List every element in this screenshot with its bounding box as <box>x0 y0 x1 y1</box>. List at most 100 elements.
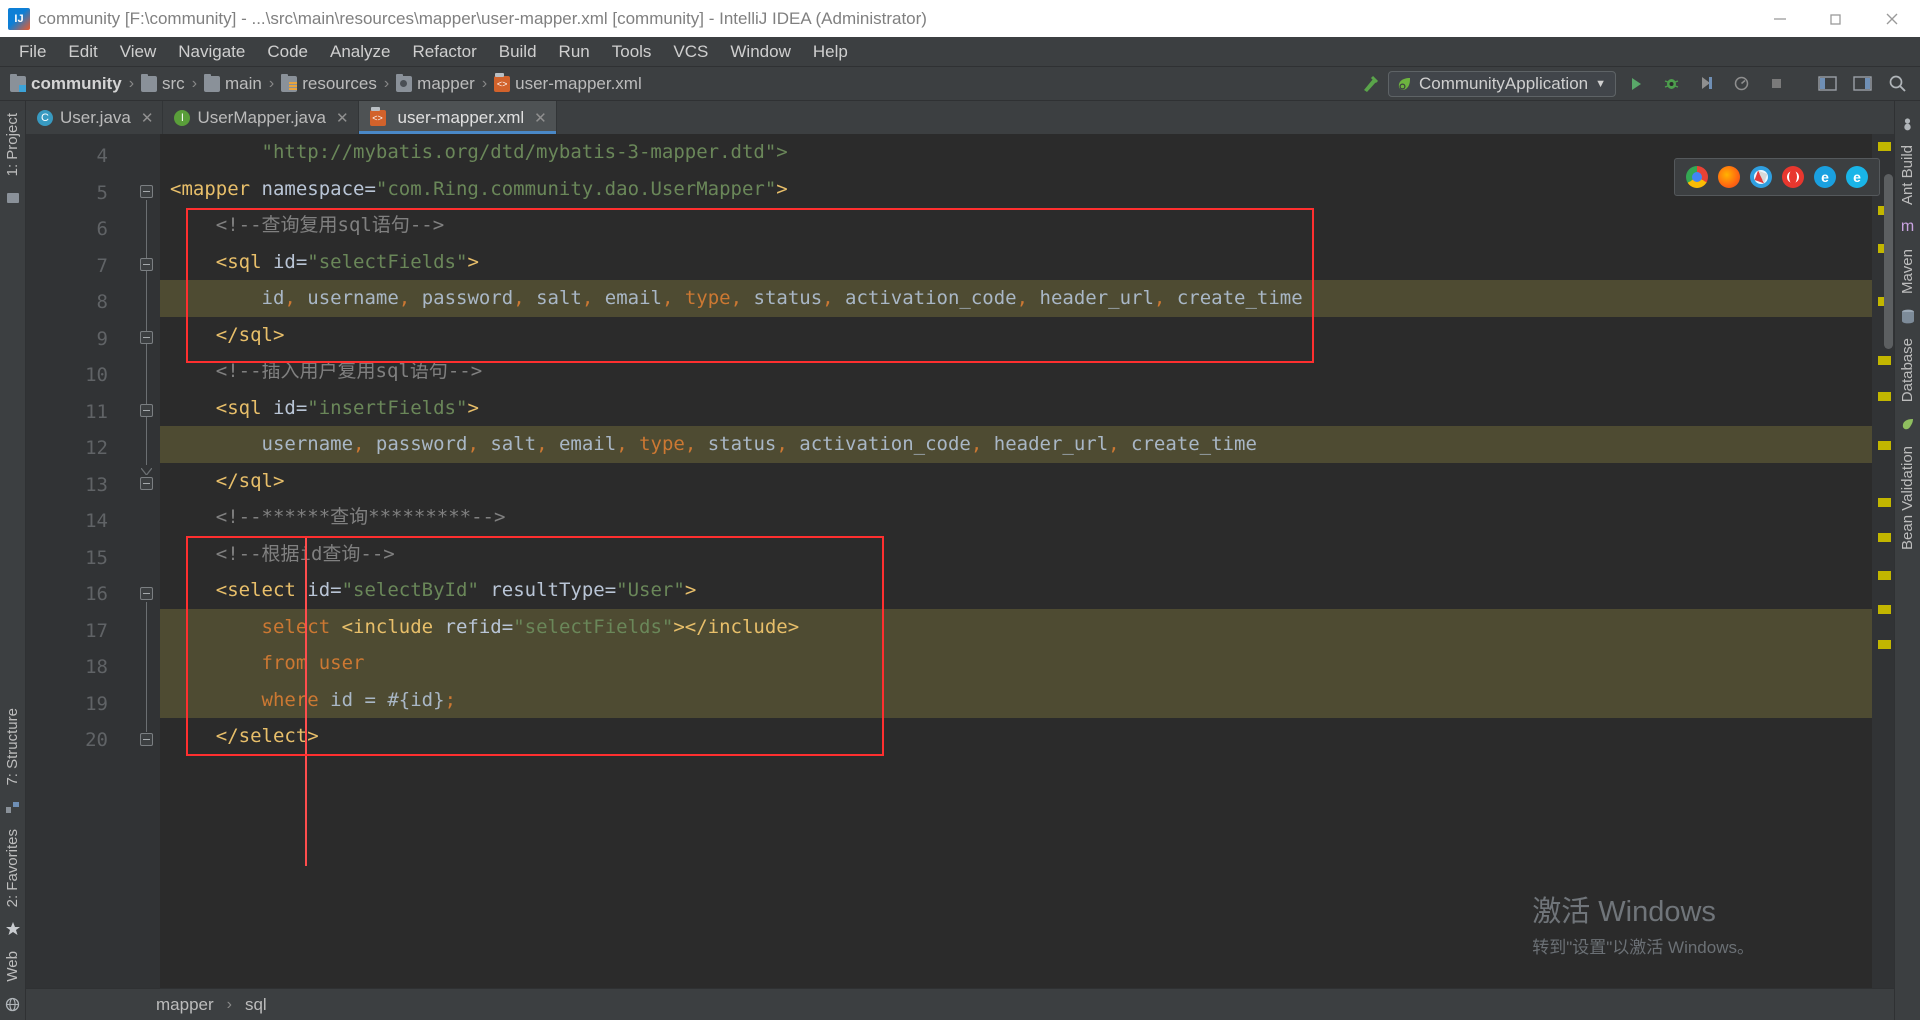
bean-validation-icon[interactable] <box>1899 415 1917 433</box>
fold-marker-sql-select-end[interactable] <box>140 331 153 344</box>
vertical-scrollbar-thumb[interactable] <box>1884 174 1893 349</box>
fold-marker-sql-insert-end[interactable] <box>140 477 153 490</box>
menu-tools[interactable]: Tools <box>601 39 663 65</box>
close-icon[interactable]: ✕ <box>534 109 547 127</box>
code-line[interactable]: </sql> <box>160 463 1872 500</box>
code-line[interactable]: </sql> <box>160 317 1872 354</box>
sidebar-item-project[interactable]: 1: Project <box>4 107 21 182</box>
code-line[interactable]: select <include refid="selectFields"></i… <box>160 608 1872 645</box>
code-line[interactable]: <select id="selectById" resultType="User… <box>160 572 1872 609</box>
code-line[interactable]: where id = #{id}; <box>160 681 1872 718</box>
code-line[interactable]: <sql id="insertFields"> <box>160 390 1872 427</box>
fold-marker-sql-select[interactable] <box>140 258 153 271</box>
web-globe-icon[interactable] <box>4 995 22 1013</box>
sidebar-item-ant-build[interactable]: Ant Build <box>1899 139 1916 211</box>
run-configuration-selector[interactable]: CommunityApplication ▼ <box>1387 70 1616 97</box>
breadcrumb-item-src[interactable]: src <box>141 73 185 94</box>
structure-icon[interactable] <box>4 798 22 816</box>
opera-icon[interactable] <box>1782 166 1804 188</box>
code-line[interactable]: <!--插入用户复用sql语句--> <box>160 353 1872 390</box>
breadcrumb-item-mapper[interactable]: mapper <box>396 73 475 94</box>
sidebar-item-bean-validation[interactable]: Bean Validation <box>1899 440 1916 556</box>
run-with-coverage-button[interactable] <box>1691 70 1721 98</box>
code-content[interactable]: "http://mybatis.org/dtd/mybatis-3-mapper… <box>160 134 1872 988</box>
editor-breadcrumb-item-sql[interactable]: sql <box>245 995 267 1015</box>
ie-icon[interactable]: e <box>1814 166 1836 188</box>
stripe-marker[interactable] <box>1878 498 1891 507</box>
open-in-browser-popup[interactable]: e e <box>1674 158 1880 196</box>
menu-view[interactable]: View <box>109 39 168 65</box>
star-icon[interactable] <box>4 920 22 938</box>
menu-window[interactable]: Window <box>719 39 801 65</box>
stripe-marker[interactable] <box>1878 605 1891 614</box>
layout-left-icon[interactable] <box>1812 70 1842 98</box>
fold-marker-select[interactable] <box>140 587 153 600</box>
stripe-marker[interactable] <box>1878 356 1891 365</box>
firefox-icon[interactable] <box>1718 166 1740 188</box>
structure-placeholder-icon[interactable] <box>4 189 22 207</box>
tab-user-java[interactable]: User.java ✕ <box>26 101 164 134</box>
profile-button[interactable] <box>1726 70 1756 98</box>
code-editor[interactable]: 4 5 6 7 8 9 10 11 12 13 14 15 16 17 18 19 20 "http:// <box>26 134 1894 988</box>
close-icon[interactable]: ✕ <box>141 109 154 127</box>
close-button[interactable] <box>1864 0 1920 37</box>
code-line[interactable]: username, password, salt, email, type, s… <box>160 426 1872 463</box>
tab-user-mapper-xml[interactable]: user-mapper.xml ✕ <box>358 101 557 134</box>
menu-code[interactable]: Code <box>256 39 319 65</box>
sidebar-item-web[interactable]: Web <box>4 945 21 988</box>
stripe-marker[interactable] <box>1878 392 1891 401</box>
minimize-button[interactable] <box>1752 0 1808 37</box>
sidebar-item-structure[interactable]: 7: Structure <box>4 702 21 792</box>
code-line[interactable]: <!--根据id查询--> <box>160 536 1872 573</box>
tab-usermapper-java[interactable]: UserMapper.java ✕ <box>163 101 359 134</box>
build-hammer-icon[interactable] <box>1357 71 1383 97</box>
menu-analyze[interactable]: Analyze <box>319 39 401 65</box>
debug-button[interactable] <box>1656 70 1686 98</box>
fold-marker-mapper[interactable] <box>140 185 153 198</box>
search-icon[interactable] <box>1882 70 1912 98</box>
restore-button[interactable] <box>1808 0 1864 37</box>
sidebar-item-database[interactable]: Database <box>1899 332 1916 408</box>
menu-vcs[interactable]: VCS <box>662 39 719 65</box>
stripe-marker[interactable] <box>1878 640 1891 649</box>
menu-refactor[interactable]: Refactor <box>401 39 487 65</box>
stripe-marker[interactable] <box>1878 441 1891 450</box>
code-line[interactable]: <!--查询复用sql语句--> <box>160 207 1872 244</box>
code-line[interactable]: </select> <box>160 718 1872 755</box>
error-stripe-scrollbar[interactable] <box>1872 134 1894 988</box>
ant-build-icon[interactable] <box>1899 114 1917 132</box>
stripe-marker[interactable] <box>1878 533 1891 542</box>
layout-right-icon[interactable] <box>1847 70 1877 98</box>
editor-breadcrumb-item-mapper[interactable]: mapper <box>156 995 214 1015</box>
code-line[interactable]: id, username, password, salt, email, typ… <box>160 280 1872 317</box>
maven-icon[interactable]: m <box>1899 218 1917 236</box>
run-button[interactable] <box>1621 70 1651 98</box>
stop-button[interactable] <box>1761 70 1791 98</box>
breadcrumb-item-user-mapper-xml[interactable]: user-mapper.xml <box>494 72 642 94</box>
chrome-icon[interactable] <box>1686 166 1708 188</box>
fold-marker-sql-insert[interactable] <box>140 404 153 417</box>
code-line[interactable]: "http://mybatis.org/dtd/mybatis-3-mapper… <box>160 134 1872 171</box>
code-line[interactable]: <!--******查询*********--> <box>160 499 1872 536</box>
stripe-marker[interactable] <box>1878 571 1891 580</box>
edge-icon[interactable]: e <box>1846 166 1868 188</box>
code-line[interactable]: from user <box>160 645 1872 682</box>
sidebar-item-favorites[interactable]: 2: Favorites <box>4 823 21 913</box>
code-line[interactable]: <mapper namespace="com.Ring.community.da… <box>160 171 1872 208</box>
menu-build[interactable]: Build <box>488 39 548 65</box>
breadcrumb-item-resources[interactable]: resources <box>281 73 377 94</box>
menu-navigate[interactable]: Navigate <box>167 39 256 65</box>
stripe-marker[interactable] <box>1878 142 1891 151</box>
sidebar-item-maven[interactable]: Maven <box>1899 243 1916 300</box>
menu-edit[interactable]: Edit <box>57 39 108 65</box>
safari-icon[interactable] <box>1750 166 1772 188</box>
fold-marker-select-end[interactable] <box>140 733 153 746</box>
breadcrumb-item-community[interactable]: community <box>10 73 122 94</box>
database-icon[interactable] <box>1899 307 1917 325</box>
menu-help[interactable]: Help <box>802 39 859 65</box>
menu-file[interactable]: File <box>8 39 57 65</box>
code-folding-column[interactable] <box>134 134 160 988</box>
menu-run[interactable]: Run <box>548 39 601 65</box>
code-line[interactable]: <sql id="selectFields"> <box>160 244 1872 281</box>
breadcrumb-item-main[interactable]: main <box>204 73 262 94</box>
